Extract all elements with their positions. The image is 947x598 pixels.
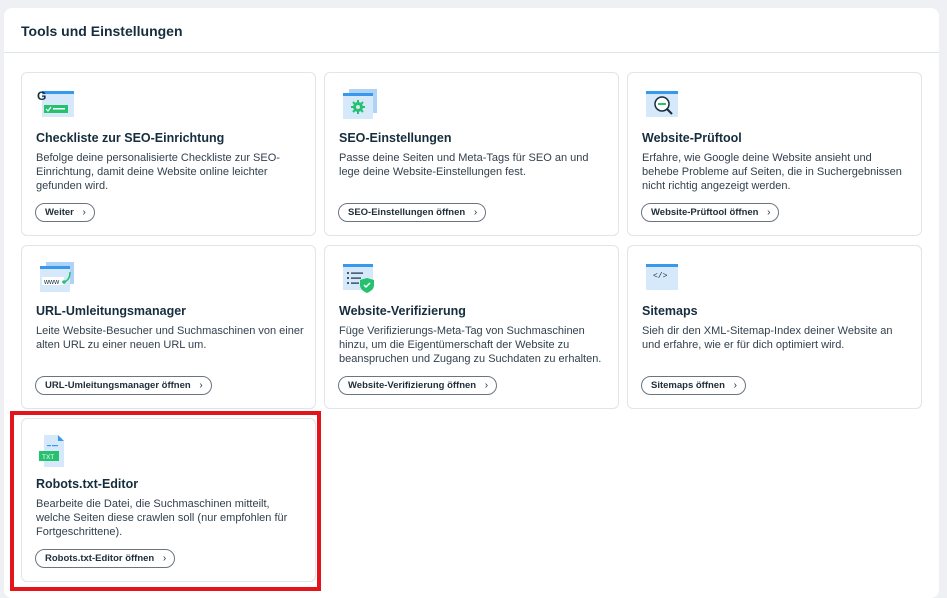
code-sitemap-icon: </> [646, 264, 678, 290]
google-checklist-icon: G [37, 89, 74, 117]
svg-text:www: www [43, 279, 60, 286]
chevron-right-icon: › [733, 380, 737, 391]
card-url-redirect: www URL-Umleitungsmanager Leite Website-… [21, 245, 316, 409]
chevron-right-icon: › [484, 380, 489, 391]
panel-header: Tools und Einstellungen [4, 8, 939, 53]
card-title: Website-Prüftool [642, 131, 742, 145]
card-title: Checkliste zur SEO-Einrichtung [36, 131, 225, 145]
card-title: Sitemaps [642, 304, 698, 318]
card-description: Leite Website-Besucher und Suchmaschinen… [36, 325, 304, 351]
card-seo-checklist: G Checkliste zur SEO-Einrichtung Befolge… [21, 72, 316, 236]
open-website-inspection-button[interactable]: Website-Prüftool öffnen › [641, 203, 780, 222]
magnifier-inspect-icon [646, 91, 678, 117]
svg-text:</>: </> [653, 272, 668, 281]
panel-title: Tools und Einstellungen [21, 23, 183, 39]
open-sitemaps-button[interactable]: Sitemaps öffnen › [641, 376, 746, 395]
card-site-verification: Website-Verifizierung Füge Verifizierung… [324, 245, 619, 409]
card-title: SEO-Einstellungen [339, 131, 452, 145]
card-description: Befolge deine personalisierte Checkliste… [36, 152, 280, 192]
card-title: Website-Verifizierung [339, 304, 466, 318]
www-redirect-icon: www [40, 262, 74, 292]
card-sitemaps: </> Sitemaps Sieh dir den XML-Sitemap-In… [627, 245, 922, 409]
open-seo-settings-button[interactable]: SEO-Einstellungen öffnen › [338, 203, 487, 222]
seo-checklist-continue-button[interactable]: Weiter › [35, 203, 95, 222]
open-url-redirect-manager-button[interactable]: URL-Umleitungsmanager öffnen › [35, 376, 212, 395]
card-description: Erfahre, wie Google deine Website ansieh… [642, 152, 902, 192]
seo-settings-gear-icon [343, 89, 377, 119]
chevron-right-icon: › [199, 380, 203, 391]
verified-list-icon [343, 264, 374, 293]
button-label: Website-Prüftool öffnen [651, 207, 759, 218]
card-description: Füge Verifizierungs-Meta-Tag von Suchmas… [339, 325, 602, 365]
card-website-inspection: Website-Prüftool Erfahre, wie Google dei… [627, 72, 922, 236]
card-description: Sieh dir den XML-Sitemap-Index deiner We… [642, 325, 893, 351]
button-label: Website-Verifizierung öffnen [348, 380, 477, 391]
chevron-right-icon: › [82, 207, 86, 218]
svg-text:G: G [37, 89, 46, 103]
chevron-right-icon: › [473, 207, 478, 218]
highlight-frame [10, 411, 321, 591]
button-label: URL-Umleitungsmanager öffnen [45, 380, 191, 391]
chevron-right-icon: › [767, 207, 771, 218]
button-label: SEO-Einstellungen öffnen [348, 207, 466, 218]
open-site-verification-button[interactable]: Website-Verifizierung öffnen › [338, 376, 498, 395]
card-seo-settings: SEO-Einstellungen Passe deine Seiten und… [324, 72, 619, 236]
button-label: Weiter [45, 207, 74, 218]
button-label: Sitemaps öffnen [651, 380, 725, 391]
card-title: URL-Umleitungsmanager [36, 304, 187, 318]
card-description: Passe deine Seiten und Meta-Tags für SEO… [339, 152, 589, 178]
